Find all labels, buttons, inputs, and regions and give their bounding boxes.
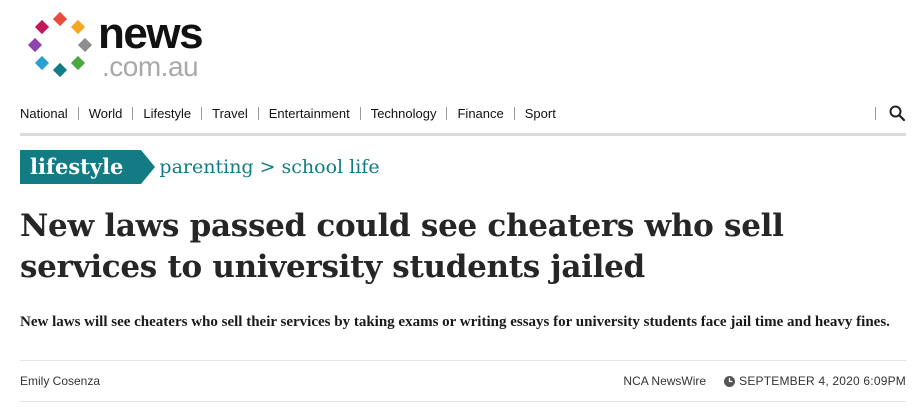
search-icon <box>889 105 906 122</box>
nav-item-national[interactable]: National <box>20 106 68 121</box>
author-name[interactable]: Emily Cosenza <box>20 374 100 388</box>
byline-divider <box>20 360 906 361</box>
clock-icon <box>724 375 736 387</box>
breadcrumb-separator: > <box>259 156 276 178</box>
site-logo[interactable]: news .com.au <box>27 9 228 82</box>
nav-item-sport[interactable]: Sport <box>525 106 556 121</box>
logo-dot <box>34 19 50 35</box>
nav-items: National World Lifestyle Travel Entertai… <box>20 106 556 121</box>
main-nav: National World Lifestyle Travel Entertai… <box>20 98 906 128</box>
article-source: NCA NewsWire <box>623 374 707 388</box>
logo-dots-icon <box>27 11 93 78</box>
nav-item-world[interactable]: World <box>89 106 123 121</box>
byline-meta: NCA NewsWire SEPTEMBER 4, 2020 6:09PM <box>623 374 906 388</box>
logo-wordmark: news .com.au <box>98 9 204 82</box>
breadcrumb-school-life[interactable]: school life <box>282 156 380 178</box>
byline-divider-bottom <box>20 401 906 402</box>
nav-item-entertainment[interactable]: Entertainment <box>269 106 350 121</box>
logo-dot <box>27 37 43 53</box>
logo-dot <box>52 11 68 27</box>
nav-item-finance[interactable]: Finance <box>457 106 503 121</box>
nav-item-technology[interactable]: Technology <box>371 106 437 121</box>
nav-divider-rule <box>20 133 906 136</box>
nav-divider <box>132 106 134 120</box>
nav-tools <box>875 104 906 122</box>
nav-divider <box>875 106 876 120</box>
logo-text-news: news <box>98 9 204 58</box>
logo-text-domain: .com.au <box>102 51 199 82</box>
nav-divider <box>201 106 203 120</box>
nav-item-lifestyle[interactable]: Lifestyle <box>143 106 191 121</box>
section-breadcrumb: lifestyle parenting > school life <box>20 150 380 184</box>
article-byline: Emily Cosenza NCA NewsWire SEPTEMBER 4, … <box>20 371 906 391</box>
logo-dot <box>70 55 86 71</box>
nav-divider <box>446 106 448 120</box>
nav-divider <box>359 106 361 120</box>
breadcrumb-parenting[interactable]: parenting <box>159 156 253 178</box>
search-button[interactable] <box>888 104 906 122</box>
logo-dot <box>70 19 86 35</box>
article-headline: New laws passed could see cheaters who s… <box>20 208 784 285</box>
publish-date: SEPTEMBER 4, 2020 6:09PM <box>739 374 906 388</box>
nav-divider <box>77 106 79 120</box>
section-tag-lifestyle[interactable]: lifestyle <box>20 150 156 184</box>
logo-dot <box>34 55 50 71</box>
nav-divider <box>513 106 515 120</box>
logo-dot <box>52 62 68 78</box>
logo-dot <box>77 37 93 53</box>
nav-divider <box>257 106 259 120</box>
nav-item-travel[interactable]: Travel <box>212 106 248 121</box>
article-standfirst: New laws will see cheaters who sell thei… <box>20 314 890 330</box>
